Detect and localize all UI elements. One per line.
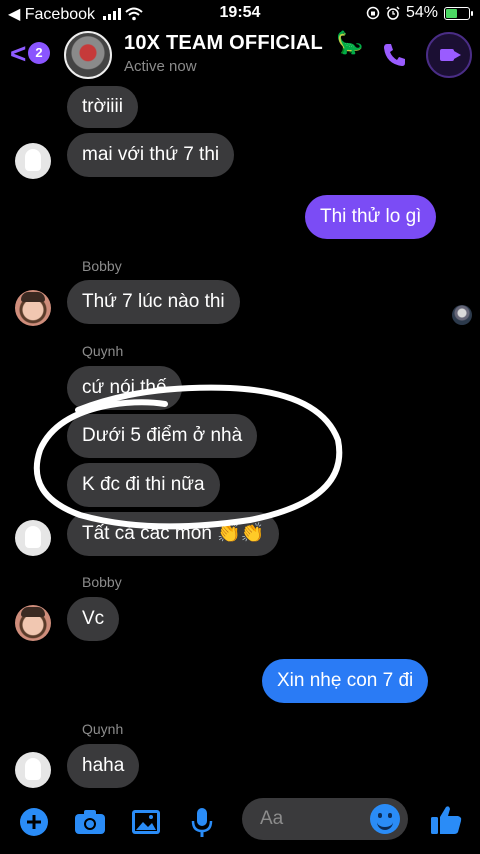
back-chevron-icon[interactable]: < <box>10 40 26 68</box>
title-emoji: 🦕 <box>336 30 364 55</box>
photo-gallery-icon[interactable] <box>128 804 164 840</box>
conversation-title[interactable]: 10X TEAM OFFICIAL <box>124 32 323 55</box>
alarm-icon <box>386 6 400 20</box>
sender-name: Quynh <box>82 721 124 737</box>
read-receipt-avatar <box>452 305 472 325</box>
message-bubble-outgoing[interactable]: Thi thử lo gì <box>305 195 437 239</box>
avatar[interactable] <box>15 752 51 788</box>
message-bubble-incoming[interactable]: haha <box>67 744 140 788</box>
avatar-bobby[interactable] <box>15 290 51 326</box>
sender-name: Bobby <box>82 574 122 590</box>
thumbs-up-icon[interactable] <box>428 802 464 838</box>
avatar[interactable] <box>15 143 51 179</box>
orientation-lock-icon <box>366 6 380 20</box>
group-avatar[interactable] <box>64 31 112 79</box>
sender-name: Quynh <box>82 343 124 359</box>
video-call-button[interactable] <box>426 32 472 78</box>
avatar-bobby[interactable] <box>15 605 51 641</box>
message-bubble-outgoing[interactable]: Xin nhẹ con 7 đi <box>262 659 429 703</box>
message-bubble-incoming[interactable]: Dưới 5 điểm ở nhà <box>67 414 258 458</box>
conversation-header: < 2 10X TEAM OFFICIAL 🦕 Active now <box>0 26 480 86</box>
phone-call-icon[interactable] <box>380 40 410 70</box>
plus-icon[interactable] <box>16 804 52 840</box>
video-camera-icon <box>440 49 461 61</box>
status-bar: ◀ Facebook 19:54 54% <box>0 0 480 26</box>
composer-bar: Aa <box>0 794 480 854</box>
message-bubble-incoming[interactable]: cứ nói thế <box>67 366 182 410</box>
message-input[interactable]: Aa <box>242 798 408 840</box>
message-bubble-incoming[interactable]: Thứ 7 lúc nào thi <box>67 280 240 324</box>
message-input-placeholder: Aa <box>260 808 284 829</box>
battery-percent: 54% <box>405 4 438 21</box>
message-bubble-incoming[interactable]: K đc đi thi nữa <box>67 463 220 507</box>
message-bubble-incoming[interactable]: Vc <box>67 597 120 641</box>
avatar[interactable] <box>15 520 51 556</box>
message-bubble-incoming[interactable]: Tất cả các môn 👏👏 <box>67 512 280 556</box>
emoji-smiley-icon[interactable] <box>370 804 400 834</box>
message-bubble-incoming[interactable]: mai với thứ 7 thi <box>67 133 235 177</box>
microphone-icon[interactable] <box>184 804 220 840</box>
unread-badge[interactable]: 2 <box>28 42 50 64</box>
sender-name: Bobby <box>82 258 122 274</box>
battery-fill <box>446 8 458 18</box>
battery-icon <box>444 6 473 20</box>
active-status: Active now <box>124 58 197 75</box>
message-bubble-incoming[interactable]: trờiiii <box>67 86 138 128</box>
camera-icon[interactable] <box>72 804 108 840</box>
